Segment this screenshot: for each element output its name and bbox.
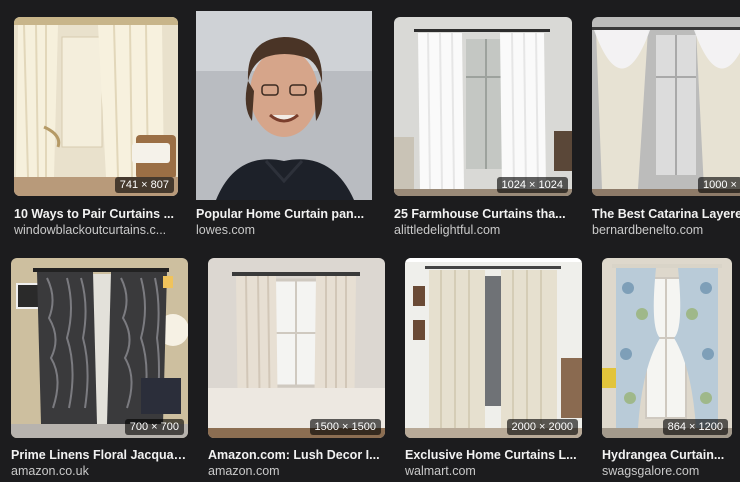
result-title[interactable]: 25 Farmhouse Curtains tha... — [394, 207, 572, 221]
result-source[interactable]: bernardbenelto.com — [592, 223, 740, 237]
result-thumbnail[interactable]: 1000 × — [592, 17, 740, 196]
result-card[interactable]: 1500 × 1500 Amazon.com: Lush Decor I... … — [208, 258, 385, 480]
result-source[interactable]: lowes.com — [196, 223, 372, 237]
result-source[interactable]: swagsgalore.com — [602, 464, 732, 478]
result-source[interactable]: amazon.com — [208, 464, 385, 478]
result-thumbnail[interactable]: 700 × 700 — [11, 258, 188, 438]
image-dimensions-badge: 741 × 807 — [114, 177, 174, 193]
result-source[interactable]: walmart.com — [405, 464, 577, 478]
result-thumbnail[interactable]: 864 × 1200 — [602, 258, 732, 438]
result-title[interactable]: The Best Catarina Layere — [592, 207, 740, 221]
result-thumbnail[interactable]: 1024 × 1024 — [394, 17, 572, 196]
result-thumbnail[interactable]: 741 × 807 — [14, 17, 178, 196]
result-thumbnail[interactable]: 2000 × 2000 — [405, 258, 582, 438]
result-card[interactable]: Popular Home Curtain pan... lowes.com — [196, 11, 372, 239]
result-title[interactable]: Prime Linens Floral Jacquar... — [11, 448, 188, 462]
result-thumbnail[interactable] — [196, 11, 372, 200]
image-dimensions-badge: 864 × 1200 — [662, 419, 728, 435]
result-card[interactable]: 741 × 807 10 Ways to Pair Curtains ... w… — [14, 17, 178, 239]
image-dimensions-badge: 1000 × — [698, 177, 740, 193]
result-title[interactable]: 10 Ways to Pair Curtains ... — [14, 207, 178, 221]
image-dimensions-badge: 2000 × 2000 — [506, 419, 578, 435]
result-card[interactable]: 864 × 1200 Hydrangea Curtain... swagsgal… — [602, 258, 732, 480]
result-thumbnail[interactable]: 1500 × 1500 — [208, 258, 385, 438]
result-card[interactable]: 1000 × The Best Catarina Layere bernardb… — [592, 17, 740, 239]
result-source[interactable]: windowblackoutcurtains.c... — [14, 223, 178, 237]
result-card[interactable]: 1024 × 1024 25 Farmhouse Curtains tha...… — [394, 17, 572, 239]
result-title[interactable]: Exclusive Home Curtains L... — [405, 448, 577, 462]
image-dimensions-badge: 1024 × 1024 — [496, 177, 568, 193]
image-dimensions-badge: 700 × 700 — [124, 419, 184, 435]
result-title[interactable]: Popular Home Curtain pan... — [196, 207, 372, 221]
result-source[interactable]: amazon.co.uk — [11, 464, 188, 478]
image-dimensions-badge: 1500 × 1500 — [309, 419, 381, 435]
result-source[interactable]: alittledelightful.com — [394, 223, 572, 237]
result-title[interactable]: Amazon.com: Lush Decor I... — [208, 448, 385, 462]
result-card[interactable]: 700 × 700 Prime Linens Floral Jacquar...… — [11, 258, 188, 480]
result-card[interactable]: 2000 × 2000 Exclusive Home Curtains L...… — [405, 258, 582, 480]
result-title[interactable]: Hydrangea Curtain... — [602, 448, 732, 462]
